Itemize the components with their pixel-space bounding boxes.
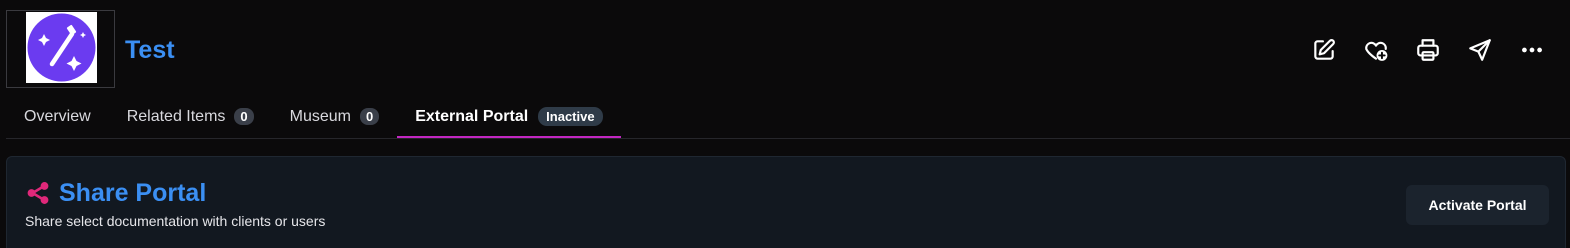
- tab-label: Museum: [289, 107, 351, 125]
- header-actions: [1298, 32, 1558, 68]
- page: Test Overview Related Items 0 Museum 0 E…: [0, 0, 1570, 248]
- magic-wand-icon: [27, 13, 96, 82]
- tab-label: External Portal: [415, 107, 529, 125]
- favorite-add-icon: [1365, 41, 1388, 61]
- share-portal-card: Share Portal Share select documentation …: [6, 156, 1566, 248]
- logo: [26, 12, 97, 83]
- tab-label: Overview: [24, 107, 91, 125]
- share-icon: [27, 182, 49, 204]
- count-badge: 0: [360, 108, 380, 125]
- print-icon: [1417, 39, 1439, 61]
- edit-button[interactable]: [1298, 32, 1350, 68]
- more-options-icon: [1522, 47, 1542, 53]
- tab-bar: Overview Related Items 0 Museum 0 Extern…: [6, 96, 1570, 139]
- card-title: Share Portal: [59, 179, 207, 207]
- card-subtitle: Share select documentation with clients …: [25, 213, 326, 229]
- tab-overview[interactable]: Overview: [6, 96, 109, 137]
- card-header: Share Portal: [25, 177, 206, 209]
- activate-portal-button[interactable]: Activate Portal: [1406, 185, 1549, 225]
- tab-label: Related Items: [126, 107, 226, 125]
- send-icon: [1469, 39, 1491, 61]
- more-options-button[interactable]: [1506, 32, 1558, 68]
- print-button[interactable]: [1402, 32, 1454, 68]
- status-badge: Inactive: [538, 107, 603, 126]
- send-button[interactable]: [1454, 32, 1506, 68]
- page-title: Test: [125, 36, 175, 64]
- favorite-button[interactable]: [1350, 32, 1402, 68]
- tab-external-portal[interactable]: External Portal Inactive: [397, 96, 621, 138]
- edit-icon: [1314, 39, 1335, 60]
- tab-related-items[interactable]: Related Items 0: [109, 96, 272, 137]
- count-badge: 0: [234, 108, 254, 125]
- tab-museum[interactable]: Museum 0: [272, 96, 398, 137]
